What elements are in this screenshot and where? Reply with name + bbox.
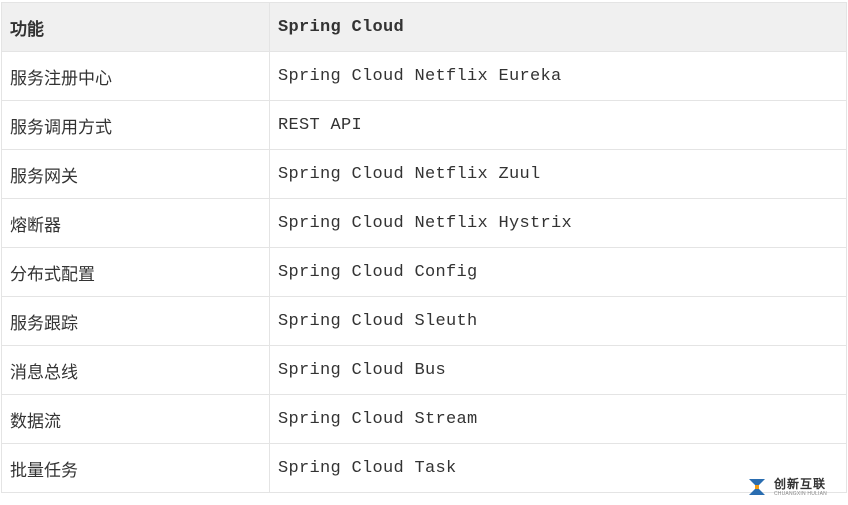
feature-cell: 批量任务 (2, 444, 270, 493)
table-row: 熔断器 Spring Cloud Netflix Hystrix (2, 199, 847, 248)
header-spring-cloud: Spring Cloud (270, 3, 847, 52)
value-cell: Spring Cloud Netflix Hystrix (270, 199, 847, 248)
feature-cell: 分布式配置 (2, 248, 270, 297)
feature-cell: 数据流 (2, 395, 270, 444)
table-row: 服务注册中心 Spring Cloud Netflix Eureka (2, 52, 847, 101)
comparison-table: 功能 Spring Cloud 服务注册中心 Spring Cloud Netf… (1, 2, 847, 493)
table-row: 服务调用方式 REST API (2, 101, 847, 150)
feature-cell: 熔断器 (2, 199, 270, 248)
value-cell: Spring Cloud Netflix Zuul (270, 150, 847, 199)
value-cell: Spring Cloud Netflix Eureka (270, 52, 847, 101)
table-row: 分布式配置 Spring Cloud Config (2, 248, 847, 297)
value-cell: Spring Cloud Sleuth (270, 297, 847, 346)
watermark-en: CHUANGXIN HULIAN (774, 492, 827, 497)
header-feature: 功能 (2, 3, 270, 52)
logo-icon (744, 474, 770, 500)
value-cell: Spring Cloud Stream (270, 395, 847, 444)
value-cell: Spring Cloud Config (270, 248, 847, 297)
feature-cell: 服务跟踪 (2, 297, 270, 346)
table-header-row: 功能 Spring Cloud (2, 3, 847, 52)
table-row: 数据流 Spring Cloud Stream (2, 395, 847, 444)
feature-cell: 服务注册中心 (2, 52, 270, 101)
table-row: 服务网关 Spring Cloud Netflix Zuul (2, 150, 847, 199)
feature-cell: 消息总线 (2, 346, 270, 395)
table-row: 服务跟踪 Spring Cloud Sleuth (2, 297, 847, 346)
value-cell: REST API (270, 101, 847, 150)
table-row: 消息总线 Spring Cloud Bus (2, 346, 847, 395)
table-row: 批量任务 Spring Cloud Task (2, 444, 847, 493)
watermark: 创新互联 CHUANGXIN HULIAN (744, 473, 844, 501)
value-cell: Spring Cloud Bus (270, 346, 847, 395)
feature-cell: 服务网关 (2, 150, 270, 199)
watermark-cn: 创新互联 (774, 478, 827, 490)
watermark-text: 创新互联 CHUANGXIN HULIAN (774, 478, 827, 497)
feature-cell: 服务调用方式 (2, 101, 270, 150)
